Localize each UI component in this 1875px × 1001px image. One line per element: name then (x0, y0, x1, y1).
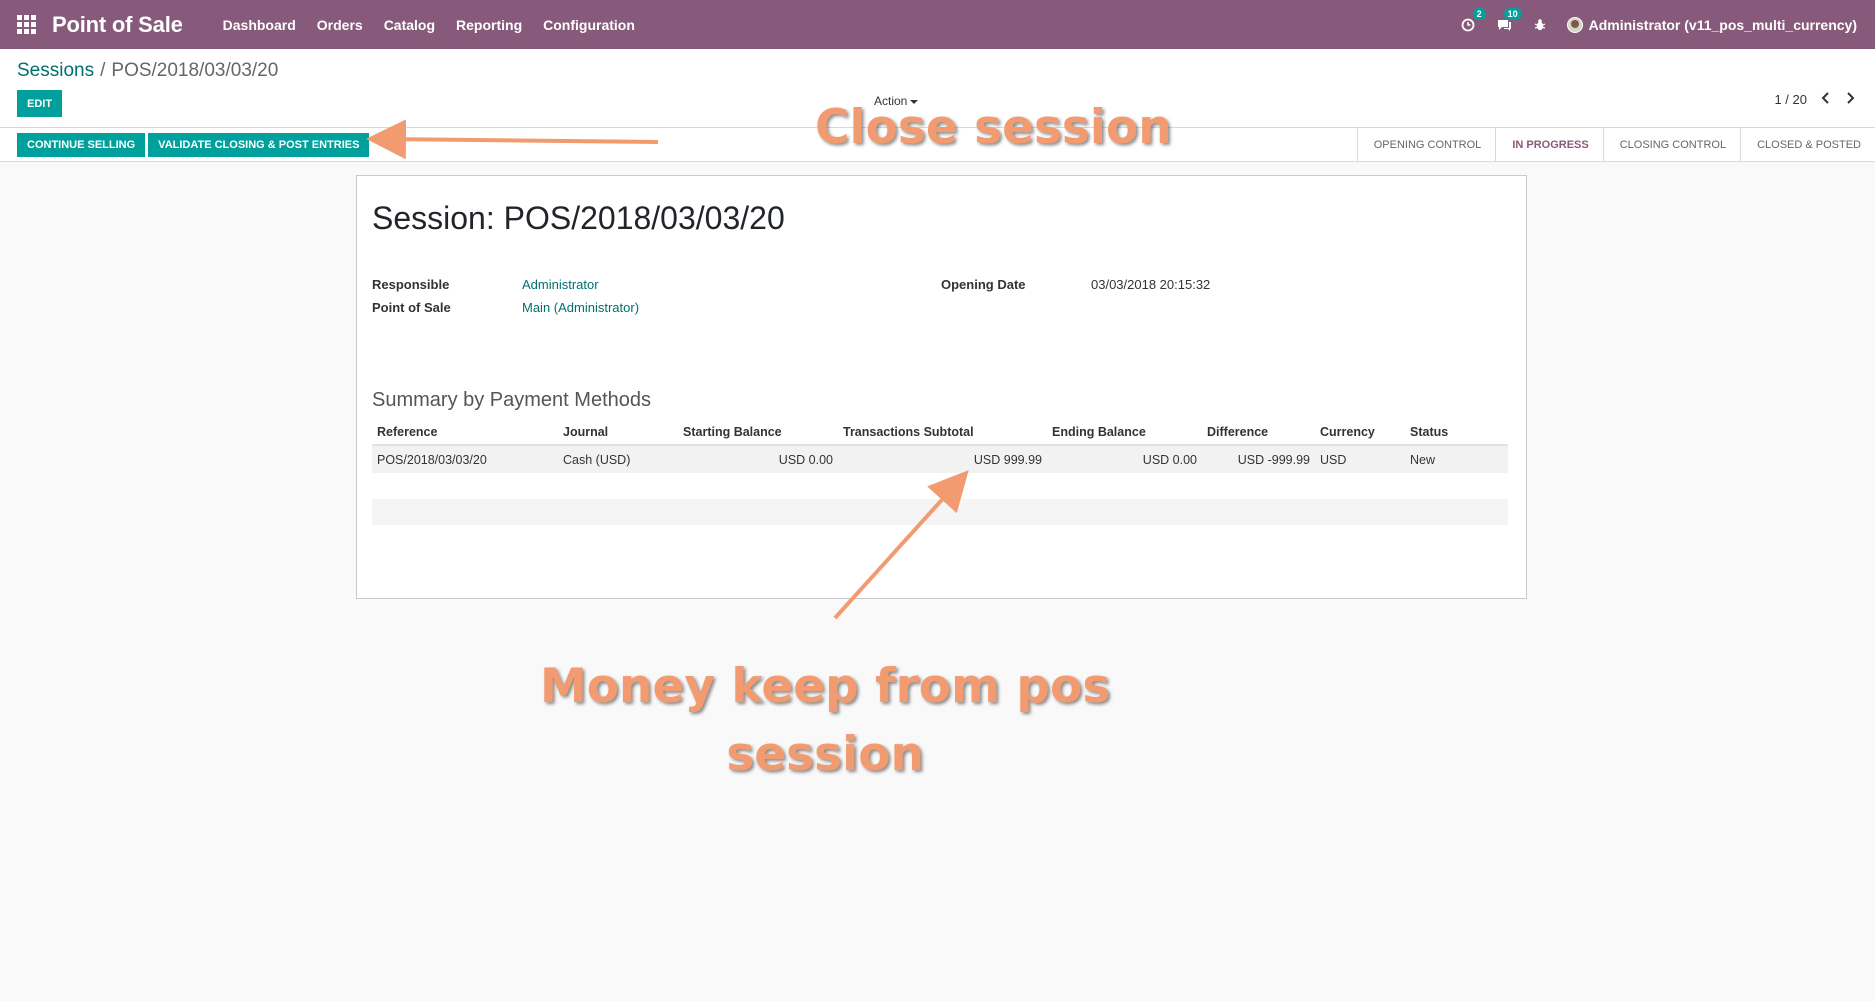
col-starting-balance[interactable]: Starting Balance (678, 419, 838, 446)
responsible-link[interactable]: Administrator (522, 277, 599, 292)
activity-clock-icon[interactable]: 2 (1459, 7, 1486, 34)
breadcrumb-current: POS/2018/03/03/20 (111, 60, 279, 81)
status-stages: OPENING CONTROL IN PROGRESS CLOSING CONT… (1356, 128, 1875, 162)
bug-icon[interactable] (1531, 16, 1549, 34)
user-menu[interactable]: Administrator (v11_pos_multi_currency) (1566, 16, 1857, 33)
main-menu: Dashboard Orders Catalog Reporting Confi… (223, 17, 635, 33)
user-name: Administrator (v11_pos_multi_currency) (1588, 16, 1857, 33)
breadcrumb: Sessions / POS/2018/03/03/20 (17, 60, 278, 82)
col-currency[interactable]: Currency (1315, 419, 1405, 446)
opening-date-label: Opening Date (941, 277, 1026, 292)
cell-status: New (1405, 445, 1508, 473)
annotation-close-session: Close session (815, 100, 1172, 155)
cell-starting-balance: USD 0.00 (678, 445, 838, 473)
menu-item-reporting[interactable]: Reporting (456, 17, 522, 33)
col-journal[interactable]: Journal (558, 419, 678, 446)
cell-journal: Cash (USD) (558, 445, 678, 473)
annotation-money-keep: Money keep from pos session (540, 653, 1110, 789)
pos-link[interactable]: Main (Administrator) (522, 300, 639, 315)
cell-reference: POS/2018/03/03/20 (372, 445, 558, 473)
table-empty-row (372, 499, 1508, 525)
form-sheet: Session: POS/2018/03/03/20 Responsible A… (356, 175, 1527, 599)
top-navbar: Point of Sale Dashboard Orders Catalog R… (0, 0, 1875, 49)
activity-badge: 2 (1472, 7, 1486, 20)
avatar (1566, 16, 1583, 33)
stage-in-progress[interactable]: IN PROGRESS (1495, 128, 1602, 162)
annotation-money-line1: Money keep from pos (540, 659, 1111, 714)
responsible-label: Responsible (372, 277, 450, 292)
cell-currency: USD (1315, 445, 1405, 473)
continue-selling-button[interactable]: CONTINUE SELLING (17, 133, 146, 157)
messages-badge: 10 (1503, 7, 1522, 20)
annotation-money-line2: session (726, 727, 924, 782)
pos-label: Point of Sale (372, 300, 451, 315)
apps-grid-icon[interactable] (0, 0, 52, 49)
pager: 1 / 20 (1774, 91, 1855, 107)
stage-closing-control[interactable]: CLOSING CONTROL (1602, 128, 1740, 162)
menu-item-catalog[interactable]: Catalog (384, 17, 435, 33)
menu-item-orders[interactable]: Orders (317, 17, 363, 33)
col-transactions-subtotal[interactable]: Transactions Subtotal (838, 419, 1047, 446)
col-difference[interactable]: Difference (1202, 419, 1315, 446)
app-title: Point of Sale (52, 11, 183, 37)
table-row[interactable]: POS/2018/03/03/20 Cash (USD) USD 0.00 US… (372, 445, 1508, 473)
opening-date-value: 03/03/2018 20:15:32 (1091, 277, 1211, 292)
systray: 2 10 Administrator (v11_pos_multi_curren… (1459, 0, 1857, 49)
chevron-left-icon[interactable] (1821, 91, 1831, 107)
menu-item-dashboard[interactable]: Dashboard (223, 17, 296, 33)
breadcrumb-separator: / (100, 60, 106, 81)
chat-icon[interactable]: 10 (1495, 7, 1522, 34)
col-reference[interactable]: Reference (372, 419, 558, 446)
validate-closing-button[interactable]: VALIDATE CLOSING & POST ENTRIES (148, 133, 370, 157)
table-empty-row (372, 473, 1508, 499)
edit-button[interactable]: EDIT (17, 90, 63, 117)
payment-methods-table: Reference Journal Starting Balance Trans… (372, 419, 1508, 525)
cell-ending-balance: USD 0.00 (1047, 445, 1202, 473)
menu-item-configuration[interactable]: Configuration (543, 17, 635, 33)
col-ending-balance[interactable]: Ending Balance (1047, 419, 1202, 446)
cell-difference: USD -999.99 (1202, 445, 1315, 473)
col-status[interactable]: Status (1405, 419, 1508, 446)
status-buttons: CONTINUE SELLING VALIDATE CLOSING & POST… (17, 133, 370, 157)
chevron-right-icon[interactable] (1845, 91, 1855, 107)
stage-closed-posted[interactable]: CLOSED & POSTED (1740, 128, 1875, 162)
pager-value[interactable]: 1 / 20 (1774, 92, 1807, 107)
session-title: Session: POS/2018/03/03/20 (372, 200, 785, 236)
payment-summary-title: Summary by Payment Methods (372, 389, 651, 411)
table-header-row: Reference Journal Starting Balance Trans… (372, 419, 1508, 446)
cell-transactions-subtotal: USD 999.99 (838, 445, 1047, 473)
breadcrumb-sessions-link[interactable]: Sessions (17, 60, 94, 82)
stage-opening-control[interactable]: OPENING CONTROL (1356, 128, 1496, 162)
